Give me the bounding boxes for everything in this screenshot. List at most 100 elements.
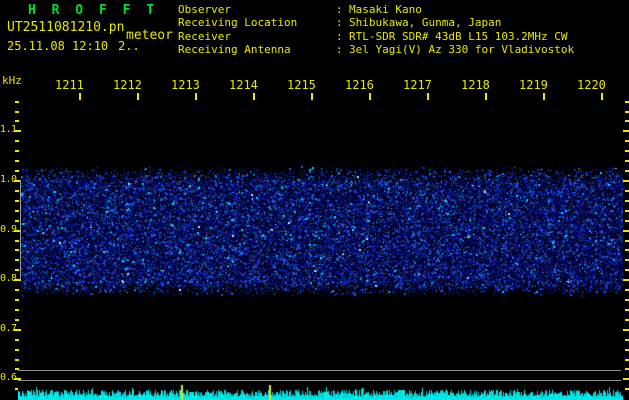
freq-tick-left [15, 190, 19, 192]
freq-label: 1.1 [0, 124, 17, 136]
time-label: 1217 [403, 78, 432, 92]
freq-tick-left [15, 200, 19, 202]
info-separator: : [336, 43, 343, 57]
freq-tick-right [625, 160, 629, 162]
time-tick [427, 93, 429, 100]
freq-tick-right [625, 190, 629, 192]
freq-tick-right [625, 309, 629, 311]
observer-info-block: Observer: Masaki Kano Receiving Location: S… [178, 3, 574, 57]
freq-label: 0.7 [0, 322, 17, 334]
freq-tick-left [15, 120, 19, 122]
freq-tick-left [15, 359, 19, 361]
info-row: Observer: Masaki Kano [178, 3, 574, 16]
time-tick [601, 93, 603, 100]
freq-tick-right [625, 101, 629, 103]
info-label: Receiving Antenna [178, 43, 291, 57]
freq-label: 0.8 [0, 273, 17, 285]
freq-tick-right [625, 140, 629, 142]
freq-label: 0.6 [0, 372, 17, 384]
freq-tick-right [625, 349, 629, 351]
freq-label: 0.9 [0, 223, 17, 235]
freq-tick-right [623, 279, 629, 281]
info-value: Shibukawa, Gunma, Japan [349, 16, 502, 30]
freq-tick-right [625, 120, 629, 122]
time-label: 1218 [461, 78, 490, 92]
info-label: Observer [178, 3, 231, 16]
freq-tick-right [623, 378, 629, 380]
freq-tick-right [625, 249, 629, 251]
observation-datetime: 25.11.08 12:10 [7, 39, 109, 53]
freq-tick-right [625, 210, 629, 212]
freq-tick-right [625, 200, 629, 202]
info-value: 3el Yagi(V) Az 330 for Vladivostok [349, 43, 575, 57]
time-label: 1212 [113, 78, 142, 92]
time-label: 1213 [171, 78, 200, 92]
freq-axis-unit-label: kHz [2, 74, 22, 87]
freq-tick-left [15, 170, 19, 172]
time-tick [369, 93, 371, 100]
freq-tick-left [14, 329, 21, 331]
time-label: 1219 [519, 78, 548, 92]
freq-tick-left [15, 349, 19, 351]
info-row: Receiver: RTL-SDR SDR# 43dB L15 103.2MHz … [178, 30, 574, 43]
freq-tick-left [15, 269, 19, 271]
freq-tick-right [625, 299, 629, 301]
freq-tick-left [15, 220, 19, 222]
freq-tick-left [15, 101, 19, 103]
time-label: 1220 [577, 78, 606, 92]
time-tick [485, 93, 487, 100]
freq-tick-right [625, 259, 629, 261]
info-label: Receiver [178, 29, 231, 43]
spectrogram-canvas [21, 158, 623, 300]
freq-tick-right [625, 368, 629, 370]
info-separator: : [336, 29, 343, 43]
freq-tick-left [15, 309, 19, 311]
freq-tick-left [15, 259, 19, 261]
freq-tick-right [625, 319, 629, 321]
time-label: 1215 [287, 78, 316, 92]
freq-tick-right [623, 130, 629, 132]
info-row: Receiving Antenna:3el Yagi(V) Az 330 for… [178, 43, 574, 56]
freq-tick-right [623, 180, 629, 182]
info-value: RTL-SDR SDR# 43dB L15 103.2MHz CW [349, 29, 568, 43]
freq-tick-right [625, 220, 629, 222]
output-filename: UT2511081210.pn [7, 20, 125, 35]
app-title: H R O F F T [28, 3, 159, 18]
freq-tick-left [15, 249, 19, 251]
time-tick [253, 93, 255, 100]
freq-tick-right [625, 150, 629, 152]
time-tick [195, 93, 197, 100]
time-tick [311, 93, 313, 100]
freq-tick-right [625, 269, 629, 271]
signal-level-strip [18, 384, 623, 400]
echo-counter: 2.. [118, 39, 140, 53]
freq-tick-left [15, 140, 19, 142]
freq-tick-left [14, 130, 21, 132]
freq-label: 1.0 [0, 174, 17, 185]
info-row: Receiving Location: Shibukawa, Gunma, Jap… [178, 16, 574, 29]
freq-tick-left [15, 210, 19, 212]
freq-tick-right [625, 359, 629, 361]
freq-tick-right [625, 240, 629, 242]
freq-tick-right [625, 339, 629, 341]
time-label: 1211 [55, 78, 84, 92]
freq-tick-right [623, 230, 629, 232]
freq-tick-left [15, 111, 19, 113]
time-tick [543, 93, 545, 100]
freq-tick-right [625, 111, 629, 113]
freq-tick-left [15, 160, 19, 162]
time-label: 1214 [229, 78, 258, 92]
info-separator: : [336, 3, 343, 16]
freq-tick-left [15, 150, 19, 152]
time-label: 1216 [345, 78, 374, 92]
info-value: Masaki Kano [349, 3, 422, 16]
info-label: Receiving Location [178, 16, 298, 30]
freq-tick-right [625, 388, 629, 390]
freq-tick-left [15, 319, 19, 321]
freq-tick-right [623, 329, 629, 331]
time-tick [79, 93, 81, 100]
time-tick [137, 93, 139, 100]
freq-tick-right [625, 289, 629, 291]
freq-tick-left [15, 339, 19, 341]
level-ref-line-upper [18, 370, 621, 371]
